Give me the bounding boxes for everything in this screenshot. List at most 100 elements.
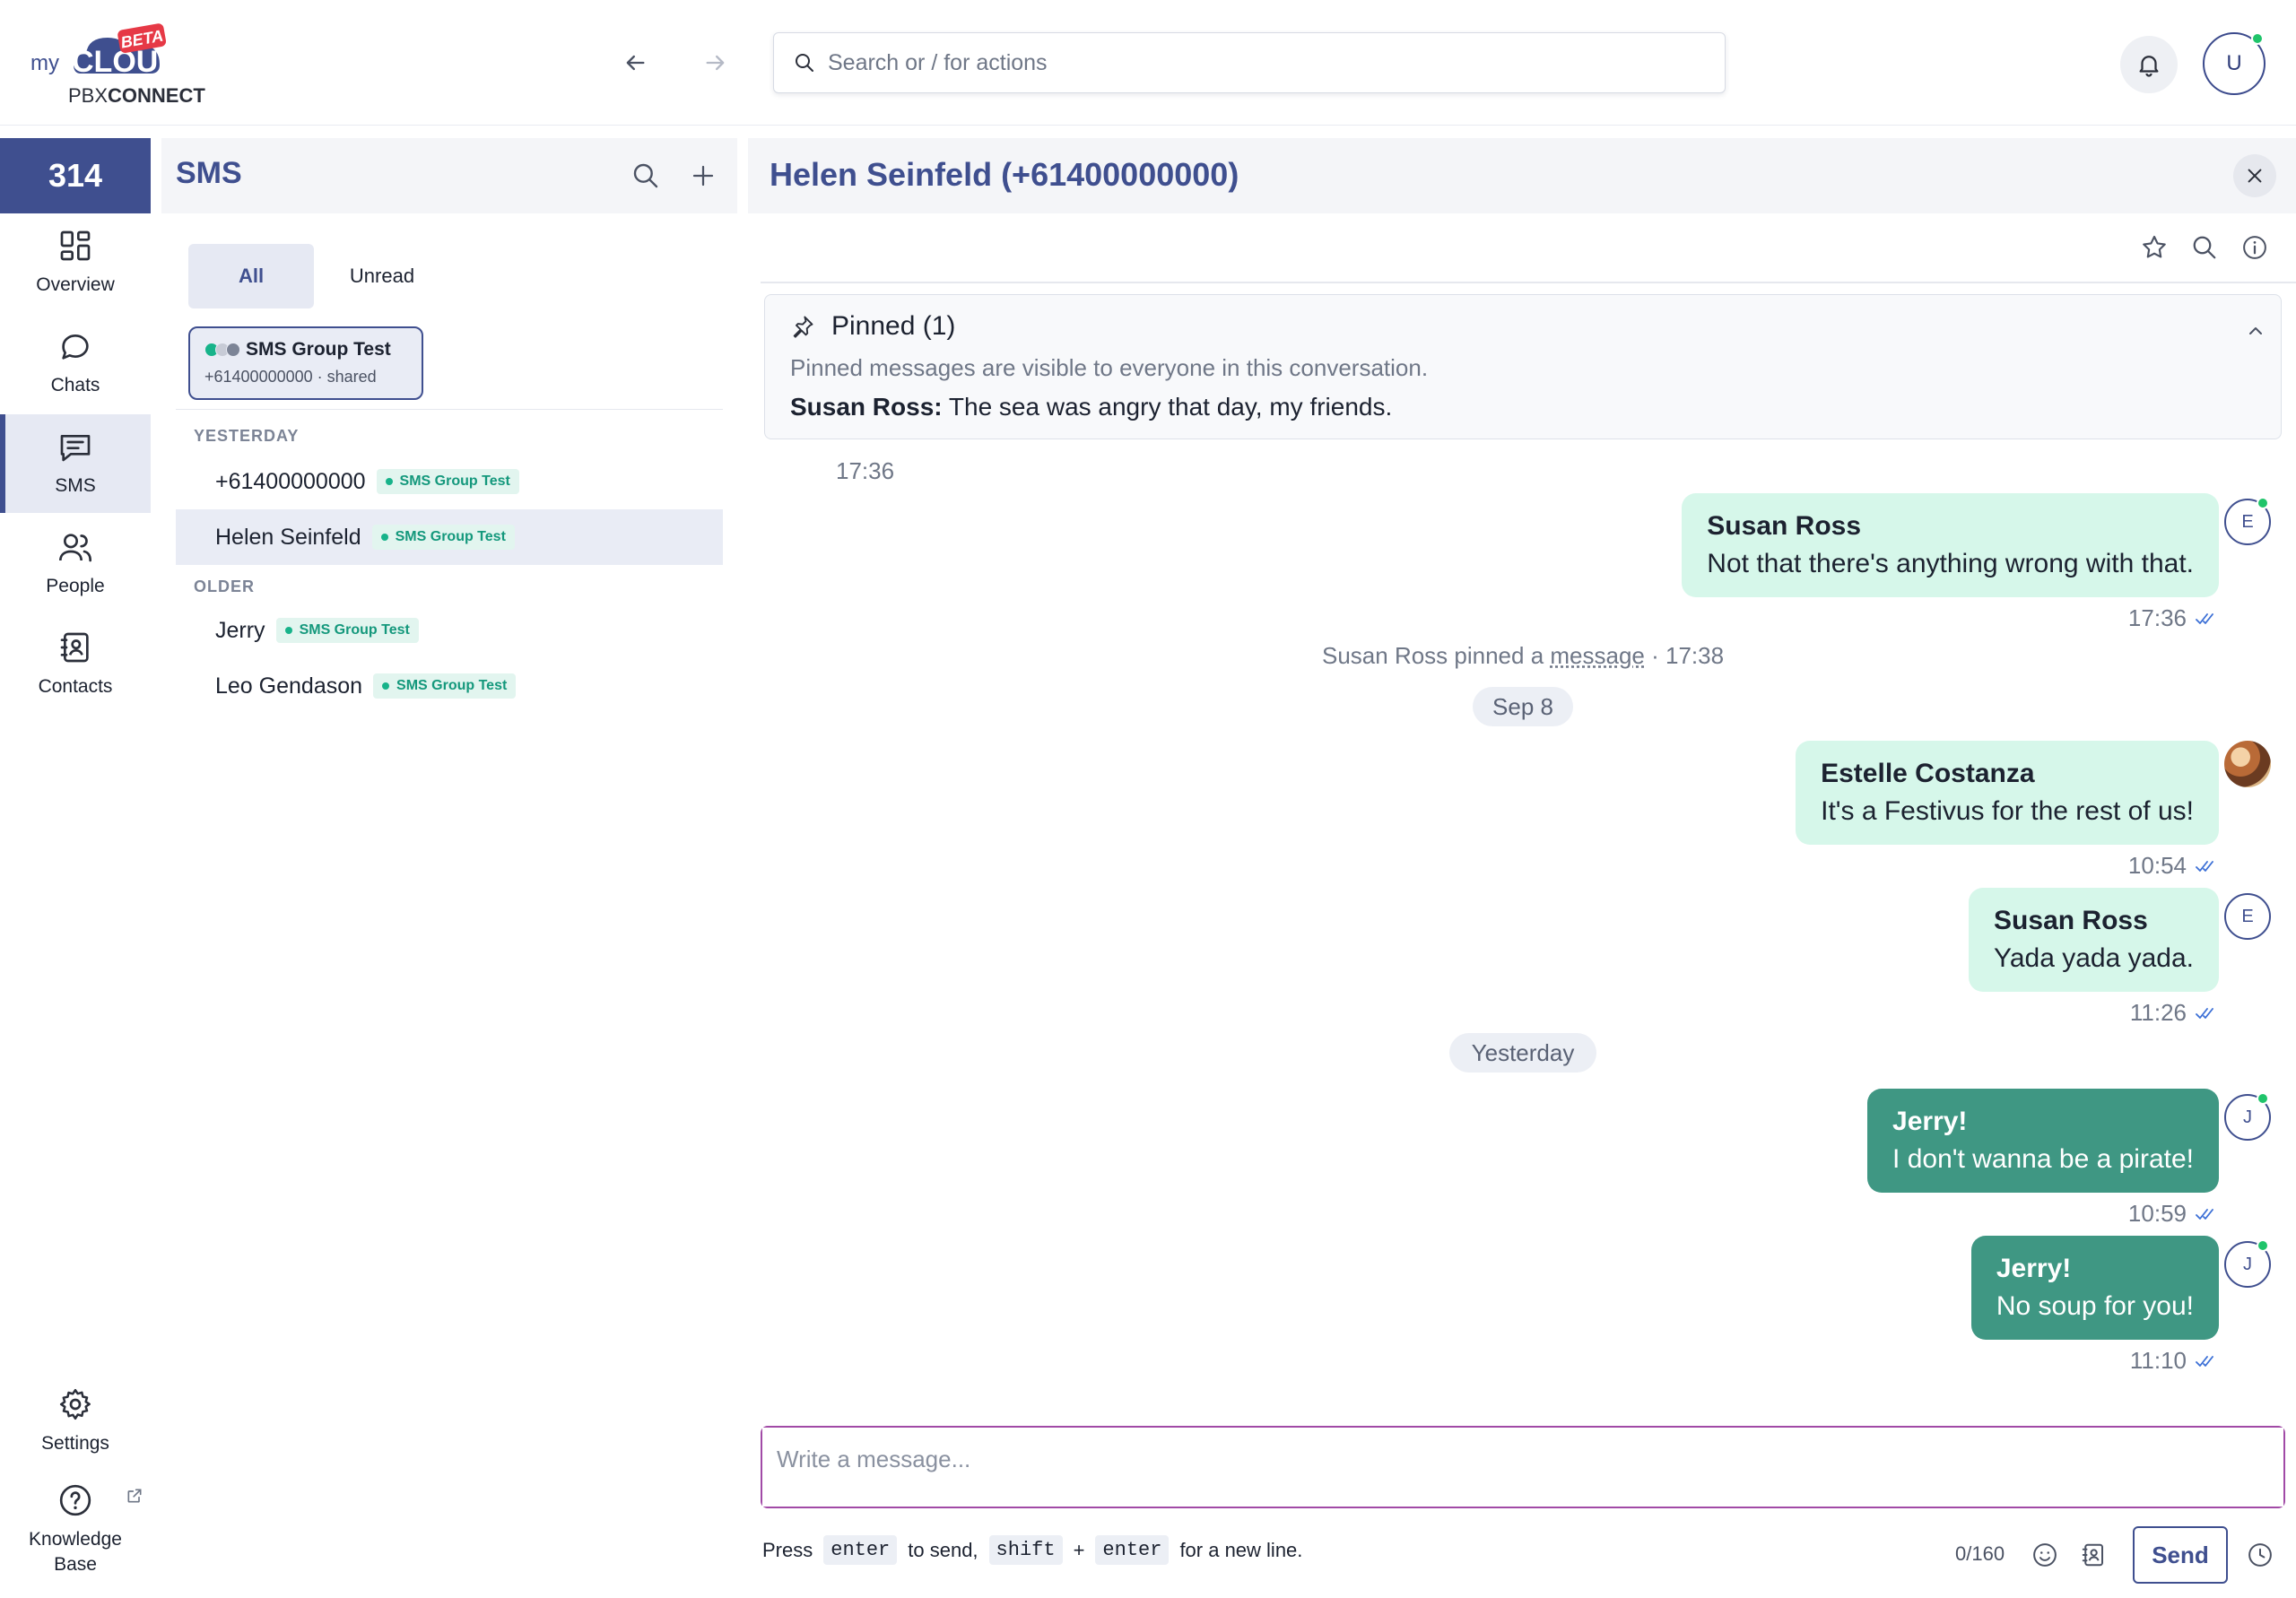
sender-avatar[interactable]: J xyxy=(2224,1092,2271,1141)
notifications-button[interactable] xyxy=(2120,36,2178,93)
pinned-text: The sea was angry that day, my friends. xyxy=(948,393,1393,421)
online-indicator xyxy=(2257,1239,2269,1252)
pinned-messages[interactable]: Pinned (1) Pinned messages are visible t… xyxy=(764,294,2282,439)
nav-chats-label: Chats xyxy=(50,375,100,395)
message-bubble[interactable]: Jerry! I don't wanna be a pirate! xyxy=(1867,1089,2219,1193)
group-tag: SMS Group Test xyxy=(275,618,419,643)
nav-people[interactable]: People xyxy=(0,515,151,613)
message-bubble[interactable]: Susan Ross Not that there's anything wro… xyxy=(1682,493,2219,597)
message-time: 11:26 xyxy=(2129,999,2187,1026)
composer-hint: Press enter to send, shift + enter for a… xyxy=(762,1535,1302,1565)
chat-search-button[interactable] xyxy=(2185,228,2224,267)
help-circle-icon xyxy=(59,1484,91,1516)
section-yesterday: YESTERDAY xyxy=(194,427,300,445)
conversation-item[interactable]: +61400000000 SMS Group Test xyxy=(176,454,723,509)
search-icon xyxy=(633,163,658,188)
character-counter: 0/160 xyxy=(1955,1542,2005,1565)
plus-icon xyxy=(692,165,714,187)
contacts-book-icon xyxy=(60,632,89,663)
nav-sms[interactable]: SMS xyxy=(0,414,151,513)
sender-avatar-photo[interactable] xyxy=(2224,741,2271,787)
user-avatar[interactable]: U xyxy=(2203,32,2266,95)
message-meta: 11:10 xyxy=(2130,1347,2219,1375)
extension-badge[interactable]: 314 xyxy=(0,138,151,213)
message-meta: 17:36 xyxy=(2128,604,2219,632)
tab-all[interactable]: All xyxy=(188,244,314,308)
info-icon xyxy=(2243,236,2266,259)
double-check-icon xyxy=(2196,612,2213,624)
send-button[interactable]: Send xyxy=(2133,1526,2228,1584)
avatar-initial: E xyxy=(2241,906,2254,926)
global-search[interactable] xyxy=(773,32,1726,93)
conversation-item[interactable]: Leo Gendason SMS Group Test xyxy=(176,658,723,714)
sender-avatar[interactable]: J xyxy=(2224,1239,2271,1288)
forward-button[interactable] xyxy=(696,43,735,83)
clock-icon xyxy=(2248,1543,2272,1567)
nav-chats[interactable]: Chats xyxy=(0,314,151,413)
online-indicator xyxy=(2257,1092,2269,1105)
tab-unread[interactable]: Unread xyxy=(319,244,445,308)
new-sms-button[interactable] xyxy=(683,156,723,195)
list-search-button[interactable] xyxy=(626,156,665,195)
hint-newline: for a new line. xyxy=(1179,1538,1303,1561)
message-sender: Jerry! xyxy=(1996,1254,2072,1283)
message-meta: 10:54 xyxy=(2128,852,2219,880)
hint-send: to send, xyxy=(908,1538,978,1561)
message-input[interactable] xyxy=(762,1428,2283,1507)
avatar-initial: E xyxy=(2241,511,2254,532)
pin-icon xyxy=(793,316,813,338)
key-enter: enter xyxy=(1095,1535,1170,1565)
collapse-pinned-button[interactable] xyxy=(2236,311,2275,351)
logo-connect: CONNECT xyxy=(108,84,205,107)
nav-knowledge-base[interactable]: Knowledge Base xyxy=(0,1474,151,1585)
message-bubble[interactable]: Estelle Costanza It's a Festivus for the… xyxy=(1796,741,2219,845)
message-bubble[interactable]: Jerry! No soup for you! xyxy=(1970,1236,2219,1340)
conversation-item[interactable]: Jerry SMS Group Test xyxy=(176,603,723,658)
group-filter-card[interactable]: SMS Group Test +61400000000 · shared xyxy=(188,326,423,400)
search-input[interactable] xyxy=(828,49,1635,76)
system-event-link[interactable]: message xyxy=(1550,642,1645,669)
online-indicator xyxy=(2257,497,2269,509)
contacts-book-icon xyxy=(2082,1543,2103,1567)
schedule-button[interactable] xyxy=(2240,1535,2280,1575)
message-time: 10:54 xyxy=(2127,852,2187,879)
message-time-header: 17:36 xyxy=(836,457,895,484)
system-event-prefix: Susan Ross pinned a xyxy=(1322,642,1551,669)
conversation-list: All Unread SMS Group Test +61400000000 ·… xyxy=(161,213,737,1598)
double-check-icon xyxy=(2196,1208,2213,1220)
app-logo[interactable]: my CLOUD BETA PBX CONNECT xyxy=(29,18,217,108)
avatar-initial: J xyxy=(2243,1254,2252,1274)
group-members-dots xyxy=(204,343,240,357)
toolbar-divider xyxy=(761,282,2296,283)
nav-settings[interactable]: Settings xyxy=(0,1372,151,1471)
nav-contacts[interactable]: Contacts xyxy=(0,615,151,714)
sender-avatar[interactable]: E xyxy=(2224,497,2271,545)
message-meta: 11:26 xyxy=(2130,999,2219,1027)
emoji-button[interactable] xyxy=(2025,1535,2065,1575)
close-chat-button[interactable] xyxy=(2233,154,2276,197)
star-button[interactable] xyxy=(2135,228,2174,267)
list-divider xyxy=(176,409,723,410)
nav-overview[interactable]: Overview xyxy=(0,213,151,312)
message-bubble[interactable]: Susan Ross Yada yada yada. xyxy=(1969,888,2219,992)
logo-pbx: PBX xyxy=(68,84,108,107)
chat-bubble-icon xyxy=(62,334,89,360)
avatar-initial: J xyxy=(2243,1107,2252,1127)
sender-avatar[interactable]: E xyxy=(2224,893,2271,940)
back-button[interactable] xyxy=(615,43,655,83)
pinned-note: Pinned messages are visible to everyone … xyxy=(790,354,1429,381)
arrow-left-icon xyxy=(626,55,645,71)
chat-title: Helen Seinfeld (+61400000000) xyxy=(770,156,1239,193)
conversation-name: +61400000000 xyxy=(215,468,366,494)
overview-grid-icon xyxy=(60,230,91,261)
message-time: 11:10 xyxy=(2129,1347,2187,1374)
group-subtitle: +61400000000 · shared xyxy=(204,368,377,386)
conversation-item[interactable]: Helen Seinfeld SMS Group Test xyxy=(176,509,723,565)
group-name: SMS Group Test xyxy=(246,339,391,360)
conversation-name: Jerry xyxy=(215,617,265,643)
message-composer[interactable] xyxy=(761,1426,2285,1508)
logo-prefix: my xyxy=(30,51,59,75)
double-check-icon xyxy=(2196,1355,2213,1367)
templates-button[interactable] xyxy=(2074,1535,2113,1575)
info-button[interactable] xyxy=(2235,228,2274,267)
